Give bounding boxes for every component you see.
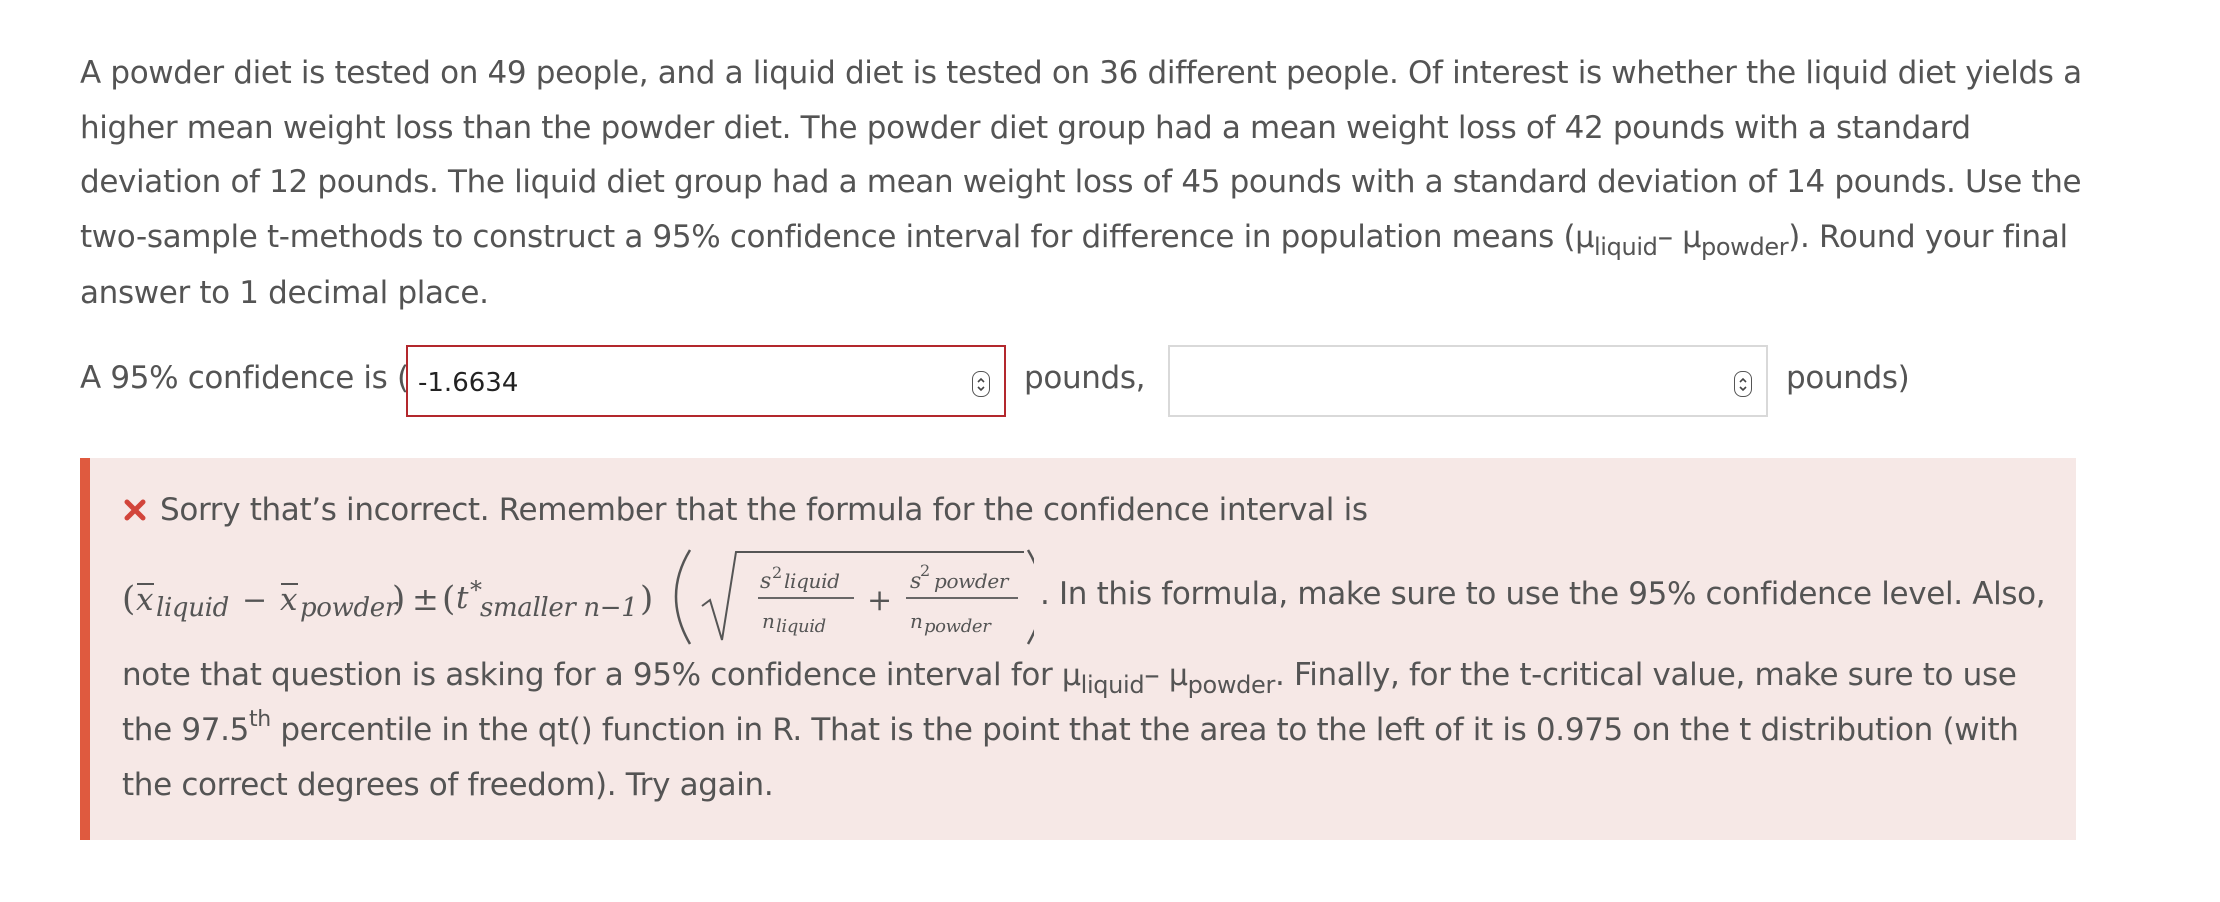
- svg-text:2: 2: [772, 563, 782, 582]
- svg-text:s: s: [760, 569, 771, 594]
- svg-text:x: x: [136, 582, 154, 618]
- formula-sub: powder: [934, 569, 1010, 593]
- svg-text:2: 2: [920, 561, 930, 580]
- question-line: two-sample t-methods to construct a 95% …: [80, 218, 2068, 261]
- lower-bound-value[interactable]: -1.6634: [418, 347, 518, 419]
- question-line: A powder diet is tested on 49 people, an…: [80, 55, 2082, 91]
- question-line: higher mean weight loss than the powder …: [80, 109, 1971, 146]
- feedback-line: the correct degrees of freedom). Try aga…: [122, 767, 774, 803]
- formula-sub: smaller n−1: [480, 593, 637, 623]
- formula-sub: liquid: [776, 616, 826, 637]
- formula-sub: liquid: [784, 569, 840, 593]
- question-line: deviation of 12 pounds. The liquid diet …: [80, 164, 2082, 200]
- up-down-stepper-icon[interactable]: [1734, 371, 1752, 397]
- feedback-accent-bar: [80, 458, 90, 840]
- feedback-line: the 97.5th percentile in the qt() functi…: [122, 707, 2019, 749]
- ci-formula: ( x liquid − x powder ) ± ( t * smaller …: [122, 546, 2062, 646]
- lower-bound-input[interactable]: -1.6634: [406, 345, 1006, 417]
- formula-sub: powder: [300, 593, 399, 623]
- unit-label: pounds,: [1024, 360, 1146, 396]
- feedback-line: . In this formula, make sure to use the …: [1040, 576, 2046, 612]
- feedback-line: note that question is asking for a 95% c…: [122, 657, 2017, 699]
- formula-math: ( x liquid − x powder ) ± ( t * smaller …: [122, 549, 1034, 645]
- svg-text:(: (: [442, 579, 455, 619]
- upper-bound-input[interactable]: [1168, 345, 1768, 417]
- svg-text:n: n: [910, 609, 923, 633]
- svg-text:±: ±: [412, 580, 438, 618]
- question-line: answer to 1 decimal place.: [80, 275, 489, 311]
- answer-prefix: A 95% confidence is (: [80, 360, 409, 396]
- formula-sub: powder: [924, 616, 992, 637]
- svg-text:t: t: [456, 580, 469, 616]
- svg-text:(: (: [122, 579, 135, 619]
- up-down-stepper-icon[interactable]: [972, 371, 990, 397]
- svg-text:n: n: [762, 609, 775, 633]
- formula-sub: liquid: [156, 593, 229, 623]
- svg-text:): ): [640, 579, 653, 619]
- svg-text:x: x: [280, 582, 298, 618]
- feedback-panel: Sorry that’s incorrect. Remember that th…: [80, 458, 2076, 840]
- unit-label: pounds): [1786, 360, 1910, 396]
- svg-text:): ): [392, 579, 405, 619]
- svg-text:−: −: [242, 583, 267, 618]
- svg-text:+: +: [867, 583, 892, 618]
- x-mark-icon: [124, 499, 146, 521]
- question-text: A powder diet is tested on 49 people, an…: [80, 46, 2082, 321]
- feedback-line: Sorry that’s incorrect. Remember that th…: [122, 490, 1368, 530]
